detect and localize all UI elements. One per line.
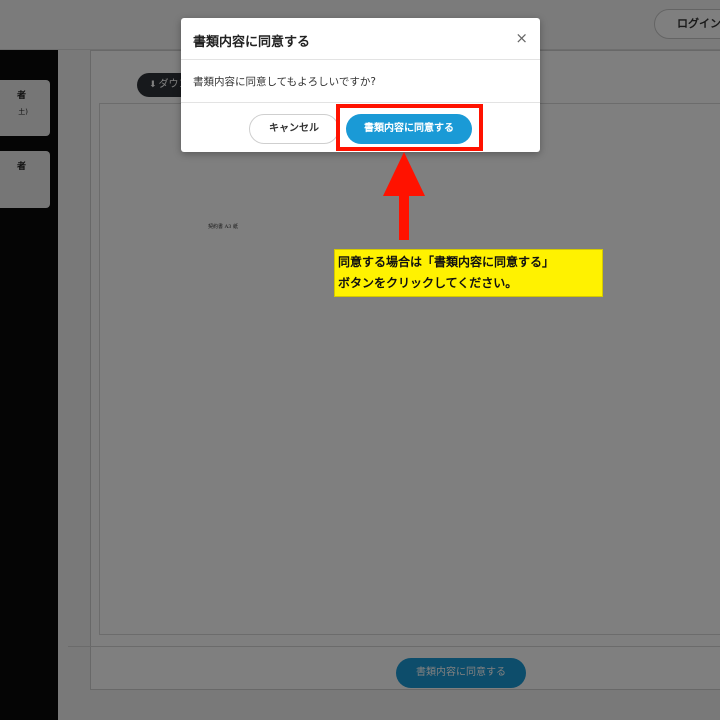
agree-button[interactable]: 書類内容に同意する	[346, 114, 472, 144]
modal-header: 書類内容に同意する ×	[181, 18, 540, 60]
arrow-up-icon	[383, 152, 425, 240]
instruction-callout: 同意する場合は「書類内容に同意する」 ボタンをクリックしてください。	[334, 249, 603, 297]
modal-title: 書類内容に同意する	[193, 35, 311, 50]
close-icon[interactable]: ×	[515, 29, 528, 47]
cancel-button[interactable]: キャンセル	[249, 114, 339, 144]
agree-modal: 書類内容に同意する × 書類内容に同意してもよろしいですか? キャンセル 書類内…	[181, 18, 540, 152]
modal-footer: キャンセル 書類内容に同意する	[181, 102, 540, 152]
modal-message: 書類内容に同意してもよろしいですか?	[193, 76, 376, 88]
callout-line-2: ボタンをクリックしてください。	[338, 276, 518, 290]
callout-line-1: 同意する場合は「書類内容に同意する」	[338, 255, 555, 269]
arrow-up-shape	[383, 152, 425, 240]
